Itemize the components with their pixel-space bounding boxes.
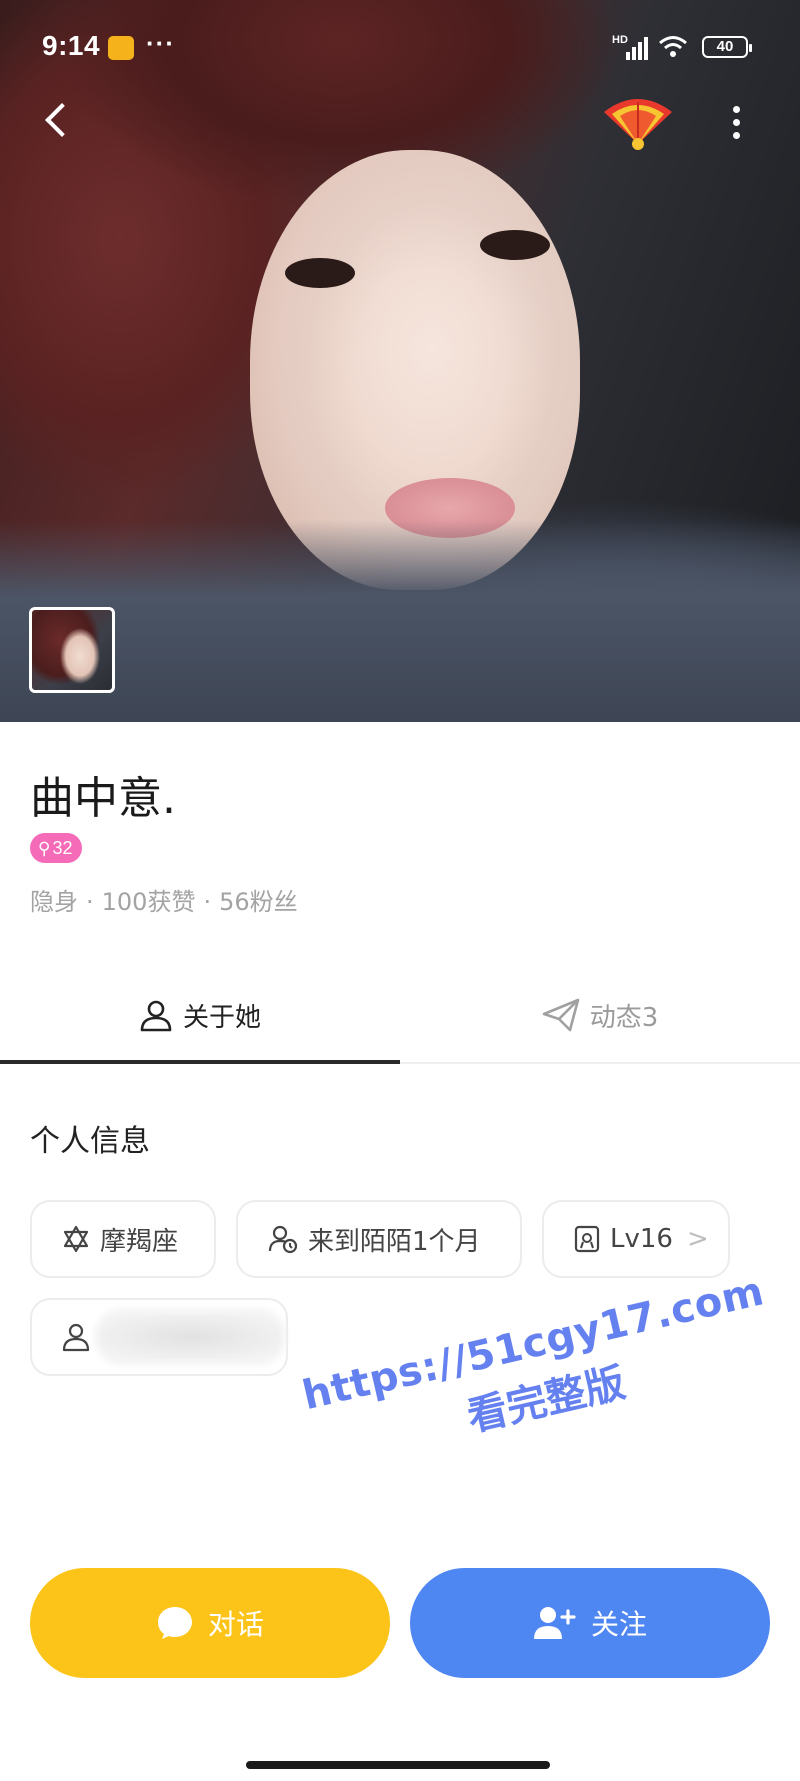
chip-level-label: Lv16 — [610, 1224, 673, 1254]
chip-joined-label: 来到陌陌1个月 — [308, 1226, 481, 1257]
person-icon — [62, 1323, 90, 1352]
person-clock-icon — [268, 1225, 298, 1254]
chip-joined[interactable]: 来到陌陌1个月 — [236, 1200, 522, 1278]
chip-hidden-info[interactable] — [30, 1298, 288, 1376]
tab-feed[interactable]: 动态3 — [400, 970, 800, 1060]
tab-feed-label: 动态3 — [589, 1002, 659, 1033]
tab-about[interactable]: 关于她 — [0, 970, 400, 1060]
chat-button[interactable]: 对话 — [30, 1568, 390, 1678]
level-badge-icon — [574, 1225, 600, 1253]
chat-button-label: 对话 — [207, 1608, 264, 1641]
separator: · — [86, 888, 94, 916]
status-time: 9:14 — [42, 30, 101, 61]
chip-level[interactable]: Lv16 > — [542, 1200, 730, 1278]
follow-button[interactable]: 关注 — [410, 1568, 770, 1678]
chip-zodiac-label: 摩羯座 — [100, 1226, 179, 1257]
add-person-icon — [533, 1607, 576, 1639]
chevron-right-icon: > — [686, 1224, 709, 1254]
photo-thumbnail[interactable] — [29, 607, 115, 693]
status-bar: 9:14 ··· HD 40 — [0, 0, 800, 96]
female-icon: ⚲ — [38, 839, 51, 858]
profile-stats: 隐身 · 100获赞 · 56粉丝 — [30, 882, 298, 917]
blurred-value — [100, 1315, 280, 1359]
gift-button[interactable] — [600, 94, 676, 152]
profile-name: 曲中意. — [30, 773, 176, 824]
separator: · — [203, 888, 212, 916]
active-tab-indicator — [0, 1060, 400, 1064]
fans-count: 56粉丝 — [219, 888, 298, 916]
wifi-icon — [658, 34, 688, 62]
star-of-david-icon — [63, 1225, 89, 1253]
note-app-icon — [108, 36, 134, 60]
profile-cover-photo[interactable] — [0, 0, 800, 722]
person-icon — [140, 1000, 172, 1032]
status-more-indicator: ··· — [146, 28, 175, 58]
age-gender-badge: ⚲ 32 — [30, 833, 83, 863]
profile-tabs: 关于她 动态3 — [0, 970, 800, 1066]
more-options-button[interactable] — [720, 100, 752, 144]
red-fan-gift-icon — [604, 99, 672, 150]
battery-indicator: 40 — [702, 36, 752, 58]
section-title: 个人信息 — [30, 1124, 150, 1159]
signal-icon — [622, 36, 650, 60]
age-value: 32 — [52, 838, 73, 858]
home-indicator[interactable] — [246, 1761, 550, 1769]
chat-bubble-icon — [157, 1607, 192, 1639]
photo-eye-left — [285, 258, 355, 288]
likes-count: 100获赞 — [101, 888, 196, 916]
photo-eye-right — [480, 230, 550, 260]
watermark: https://51cgy17.com 看完整版 — [275, 1263, 800, 1483]
tab-about-label: 关于她 — [182, 1002, 261, 1033]
follow-button-label: 关注 — [590, 1608, 647, 1641]
photo-jacket-region — [0, 520, 800, 722]
chip-zodiac[interactable]: 摩羯座 — [30, 1200, 216, 1278]
online-status: 隐身 — [30, 888, 78, 916]
vertical-dots-icon — [733, 106, 740, 113]
paper-plane-icon — [542, 998, 580, 1032]
tab-divider — [400, 1062, 800, 1064]
back-button[interactable] — [36, 98, 80, 142]
